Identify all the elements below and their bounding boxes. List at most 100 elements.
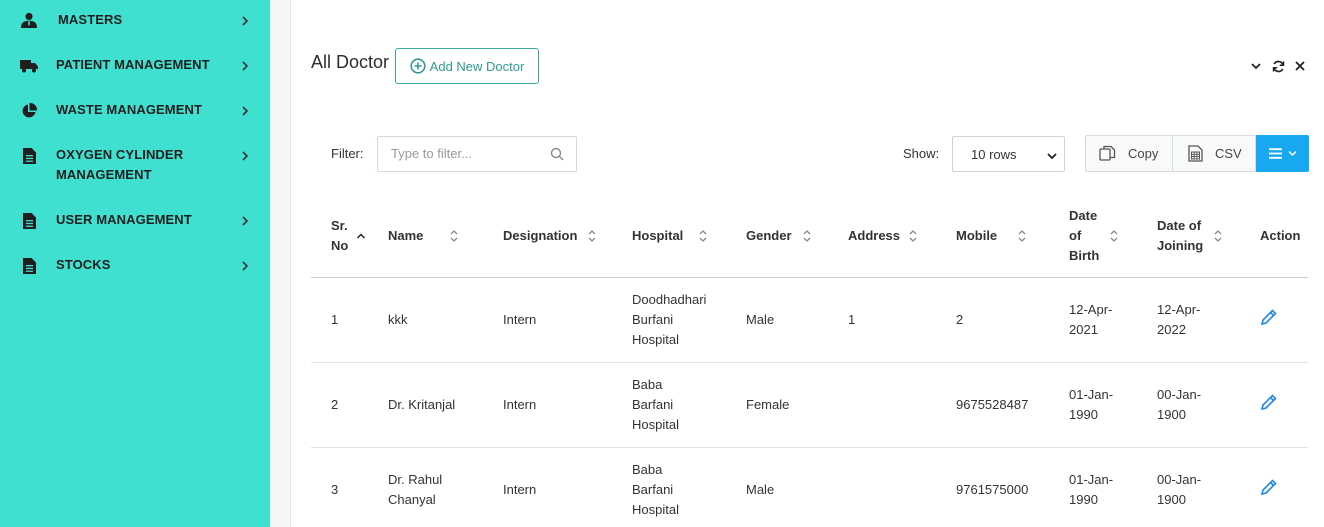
cell-text: Barfani (632, 481, 674, 497)
cell-date-of-birth: 01-Jan- 1990 (1069, 447, 1157, 527)
sort-icon (1213, 228, 1223, 244)
cell-text: Hospital (632, 501, 679, 517)
cell-text: Barfani (632, 396, 674, 412)
column-header-label: Action (1260, 227, 1301, 243)
sidebar-divider (270, 0, 291, 527)
refresh-icon[interactable] (1271, 59, 1285, 73)
sidebar-item-label: OXYGEN CYLINDER (56, 147, 184, 162)
add-new-doctor-button[interactable]: Add New Doctor (395, 48, 539, 84)
sidebar-item-label: WASTE MANAGEMENT (56, 102, 203, 117)
rows-per-page-select[interactable]: 10 rows (952, 136, 1065, 172)
cell-mobile: 9761575000 (956, 447, 1069, 527)
copy-button[interactable]: Copy (1085, 135, 1173, 172)
table-row: 3 Dr. Rahul Chanyal Intern Baba Barfani Hos… (311, 447, 1308, 527)
cell-gender: Female (746, 362, 848, 448)
sidebar-item-masters[interactable]: MASTERS (0, 10, 270, 32)
column-header-address[interactable]: Address (848, 195, 956, 278)
column-header-hospital[interactable]: Hospital (632, 195, 746, 278)
column-header-label: Joining (1157, 237, 1204, 253)
close-icon[interactable] (1293, 59, 1307, 73)
sidebar-item-oxygen-cylinder-management[interactable]: OXYGEN CYLINDER MANAGEMENT (0, 145, 270, 187)
column-header-label: Birth (1069, 247, 1100, 263)
sidebar-item-label: PATIENT MANAGEMENT (56, 57, 210, 72)
filter-field[interactable] (377, 136, 577, 172)
column-header-designation[interactable]: Designation (503, 195, 632, 278)
cell-text: 1900 (1157, 406, 1186, 422)
cell-date-of-joining: 00-Jan- 1900 (1157, 447, 1260, 527)
chevron-right-icon (240, 14, 250, 28)
column-header-label: Name (388, 227, 424, 243)
sidebar-item-waste-management[interactable]: WASTE MANAGEMENT (0, 100, 270, 122)
cell-text: Burfani (632, 311, 674, 327)
cell-gender: Male (746, 277, 848, 363)
edit-pencil-icon[interactable] (1260, 393, 1278, 411)
doctor-table: Sr. No Name Designation Hospital Gender … (311, 195, 1308, 527)
sidebar-item-stocks[interactable]: STOCKS (0, 255, 270, 277)
sort-icon (908, 228, 918, 244)
edit-pencil-icon[interactable] (1260, 478, 1278, 496)
rows-per-page-value: 10 rows (971, 146, 1017, 162)
chevron-down-icon (1287, 150, 1297, 157)
csv-button[interactable]: CSV (1173, 135, 1256, 172)
column-header-action: Action (1260, 195, 1308, 278)
cell-name: Dr. Kritanjal (388, 362, 503, 448)
sidebar-item-patient-management[interactable]: PATIENT MANAGEMENT (0, 55, 270, 77)
cell-date-of-joining: 00-Jan- 1900 (1157, 362, 1260, 448)
column-header-date-of-birth[interactable]: Date of Birth (1069, 195, 1157, 278)
cell-sr-no: 3 (311, 447, 388, 527)
cell-text: 12-Apr- (1069, 301, 1113, 317)
column-header-label: Designation (503, 227, 578, 243)
sort-icon (587, 228, 597, 244)
cell-hospital: Baba Barfani Hospital (632, 362, 746, 448)
chevron-right-icon (240, 104, 250, 118)
cell-text: Hospital (632, 416, 679, 432)
cell-mobile: 2 (956, 277, 1069, 363)
table-header-row: Sr. No Name Designation Hospital Gender … (311, 195, 1308, 278)
column-header-sr-no[interactable]: Sr. No (311, 195, 388, 278)
column-header-label: Address (848, 227, 901, 243)
export-button-group: Copy CSV (1085, 135, 1309, 172)
chevron-right-icon (240, 149, 250, 163)
show-label: Show: (903, 146, 940, 161)
sort-ascending-icon (356, 232, 366, 240)
sidebar-item-user-management[interactable]: USER MANAGEMENT (0, 210, 270, 232)
cell-text: 1990 (1069, 491, 1098, 507)
pie-chart-icon (20, 102, 38, 120)
page-title: All Doctor (311, 52, 390, 72)
sort-icon (1017, 228, 1027, 244)
csv-label: CSV (1215, 146, 1242, 161)
chevron-right-icon (240, 59, 250, 73)
cell-address (848, 447, 956, 527)
edit-pencil-icon[interactable] (1260, 308, 1278, 326)
cell-date-of-birth: 12-Apr- 2021 (1069, 277, 1157, 363)
cell-text: Chanyal (388, 491, 436, 507)
column-header-label: Hospital (632, 227, 684, 243)
cell-action (1260, 362, 1308, 448)
filter-input[interactable] (391, 146, 541, 161)
add-new-doctor-label: Add New Doctor (429, 58, 525, 74)
column-header-label: Gender (746, 227, 792, 243)
column-header-gender[interactable]: Gender (746, 195, 848, 278)
plus-circle-icon (410, 58, 426, 74)
column-header-name[interactable]: Name (388, 195, 503, 278)
cell-text: Baba (632, 461, 663, 477)
sort-icon (1109, 228, 1119, 244)
column-menu-button[interactable] (1256, 135, 1309, 172)
cell-designation: Intern (503, 277, 632, 363)
cell-text: Dr. Kritanjal (388, 396, 456, 412)
cell-name: Dr. Rahul Chanyal (388, 447, 503, 527)
cell-date-of-joining: 12-Apr- 2022 (1157, 277, 1260, 363)
cell-sr-no: 2 (311, 362, 388, 448)
document-icon (20, 257, 38, 275)
column-header-mobile[interactable]: Mobile (956, 195, 1069, 278)
sidebar-item-label: MANAGEMENT (56, 167, 152, 182)
sidebar-item-label: MASTERS (58, 12, 123, 27)
chevron-right-icon (240, 259, 250, 273)
collapse-icon[interactable] (1249, 59, 1263, 73)
cell-text: 1990 (1069, 406, 1098, 422)
cell-action (1260, 277, 1308, 363)
column-header-date-of-joining[interactable]: Date of Joining (1157, 195, 1260, 278)
cell-address (848, 362, 956, 448)
chevron-down-icon (1046, 149, 1058, 164)
column-header-label: Date of (1157, 217, 1202, 233)
